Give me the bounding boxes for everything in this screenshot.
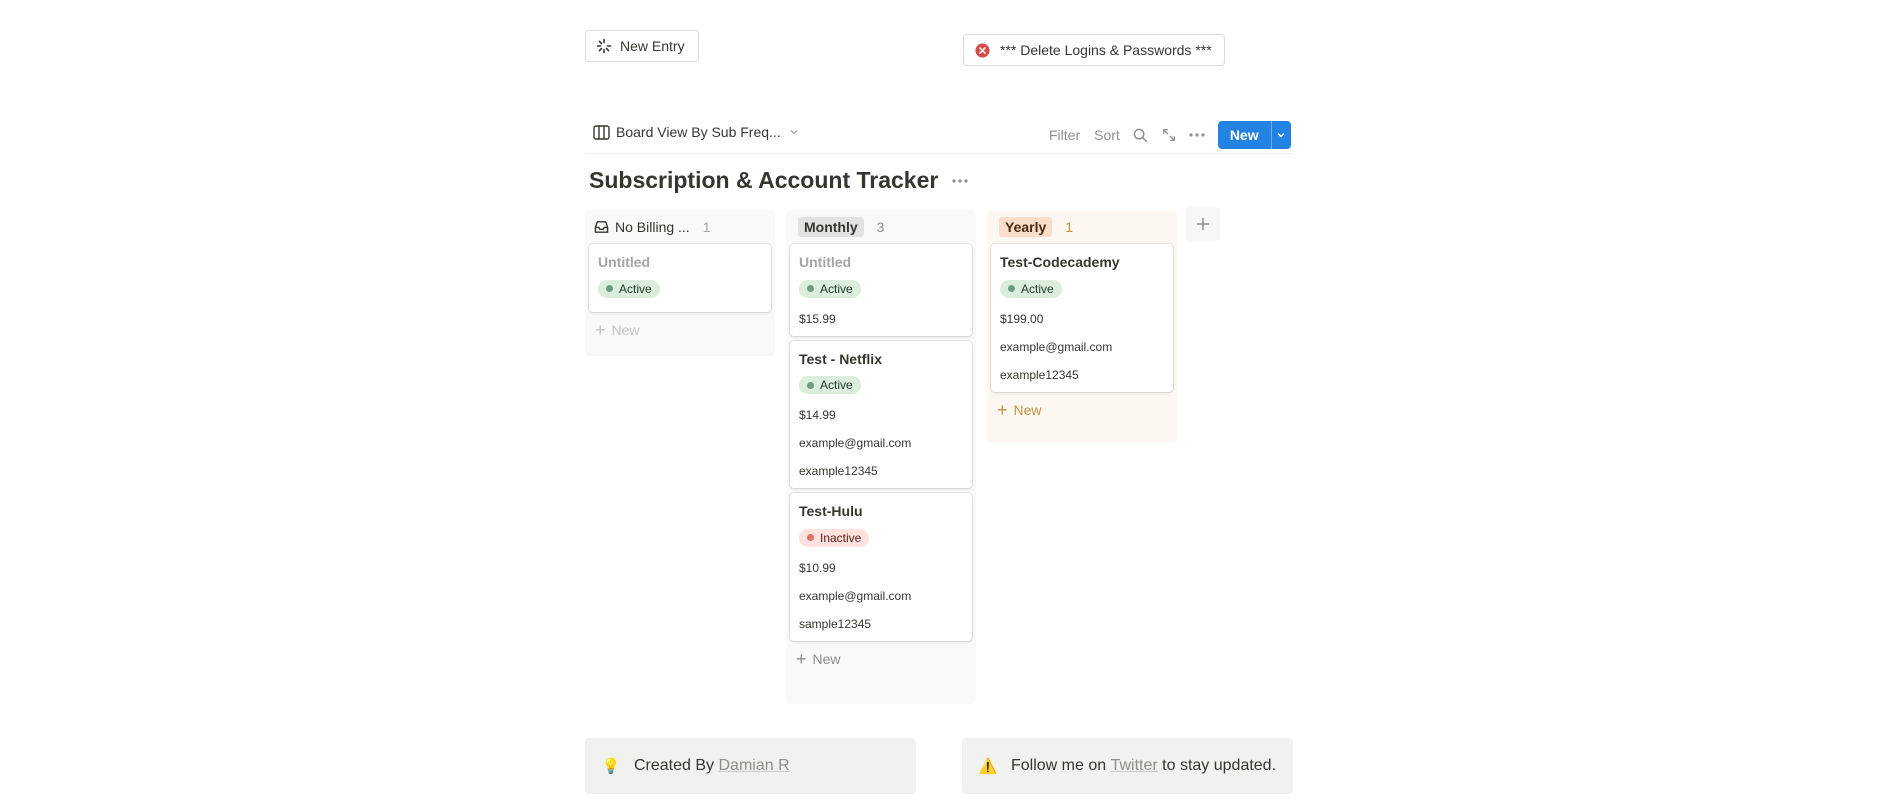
card-password: example12345 [799,464,878,478]
card-price: $10.99 [799,560,836,575]
board-card[interactable]: Untitled Active $15.99 [790,244,972,336]
column-header[interactable]: No Billing ... 1 [589,216,771,238]
add-card-button[interactable]: + New [790,646,972,672]
add-card-button[interactable]: + New [991,397,1173,423]
board-view-selector[interactable]: Board View By Sub Freq... [593,124,799,140]
column-count: 3 [876,219,885,235]
add-card-button[interactable]: + New [589,317,771,343]
callout-created-by: 💡 Created By Damian R [585,738,916,794]
new-button-label[interactable]: New [1218,121,1271,149]
plus-icon: + [997,399,1008,420]
card-email: example@gmail.com [799,588,912,603]
card-email: example@gmail.com [1000,339,1113,354]
status-dot-icon [807,534,814,541]
card-title: Untitled [799,254,852,270]
status-badge: Inactive [799,528,870,547]
column-name: Yearly [999,217,1053,237]
board-column-no-billing: No Billing ... 1 Untitled Active + New [585,210,775,356]
lightbulb-icon: 💡 [601,758,621,775]
expand-icon[interactable] [1158,124,1180,146]
callout-prefix: Follow me on [1011,757,1111,774]
plus-icon: + [796,648,807,669]
status-label: Inactive [820,530,862,545]
new-dropdown-chevron-icon[interactable] [1270,121,1291,149]
board-card[interactable]: Untitled Active [589,244,771,312]
status-label: Active [1021,281,1054,296]
page-title: Subscription & Account Tracker [589,167,939,193]
board-card[interactable]: Test - Netflix Active $14.99 example@gma… [790,340,972,488]
filter-button[interactable]: Filter [1049,127,1080,143]
sort-button[interactable]: Sort [1094,127,1120,143]
callout-prefix: Created By [634,757,719,774]
card-price: $15.99 [799,311,836,326]
column-header[interactable]: Monthly 3 [790,216,972,238]
plus-icon [1196,217,1210,231]
add-card-label: New [812,650,841,667]
card-email: example@gmail.com [799,436,912,450]
column-count: 1 [1065,219,1074,235]
card-title: Untitled [598,254,651,270]
view-label: Board View By Sub Freq... [616,124,781,140]
board-card[interactable]: Test-Codecademy Active $199.00 example@g… [991,244,1173,392]
status-badge: Active [799,376,861,394]
status-dot-icon [1008,285,1015,292]
board-card[interactable]: Test-Hulu Inactive $10.99 example@gmail.… [790,493,972,641]
search-icon[interactable] [1130,124,1152,146]
inbox-icon [594,220,609,234]
new-entry-label: New Entry [620,38,685,54]
board-column-monthly: Monthly 3 Untitled Active $15.99 Test - … [786,210,976,704]
card-title: Test-Hulu [799,503,863,519]
plus-icon: + [595,319,606,340]
column-name: No Billing ... [615,219,690,235]
card-price: $14.99 [799,408,836,422]
status-label: Active [820,281,853,296]
card-title: Test-Codecademy [1000,254,1120,270]
title-more-icon[interactable] [952,178,968,183]
new-entry-button[interactable]: New Entry [585,30,699,62]
card-password: sample12345 [799,616,872,631]
status-dot-icon [606,285,613,292]
status-label: Active [820,378,853,392]
column-header[interactable]: Yearly 1 [991,216,1173,238]
status-dot-icon [807,381,814,389]
callout-suffix: to stay updated. [1157,757,1277,774]
card-price: $199.00 [1000,311,1044,326]
column-name: Monthly [798,217,864,237]
twitter-link[interactable]: Twitter [1111,757,1158,775]
delete-logins-button[interactable]: *** Delete Logins & Passwords *** [963,34,1225,66]
error-circle-icon [975,42,990,58]
add-group-button[interactable] [1186,207,1220,241]
status-label: Active [619,281,652,296]
status-badge: Active [799,279,861,298]
delete-logins-label: *** Delete Logins & Passwords *** [1000,42,1212,58]
more-options-icon[interactable] [1186,124,1208,146]
loading-spinner-icon [596,38,612,54]
status-badge: Active [1000,279,1062,298]
new-record-button[interactable]: New [1217,121,1291,149]
status-dot-icon [807,285,814,292]
card-password: example12345 [1000,367,1079,382]
callout-follow: ⚠️ Follow me on Twitter to stay updated. [962,738,1293,794]
warning-icon: ⚠️ [978,758,998,775]
author-link[interactable]: Damian R [718,757,789,775]
card-title: Test - Netflix [799,350,882,367]
column-count: 1 [702,219,711,235]
status-badge: Active [598,279,660,298]
toolbar-divider [585,153,1293,154]
board-column-yearly: Yearly 1 Test-Codecademy Active $199.00 … [987,210,1177,442]
board-view-icon [593,124,610,140]
chevron-down-icon [789,127,799,137]
add-card-label: New [1013,401,1042,418]
add-card-label: New [611,321,640,338]
